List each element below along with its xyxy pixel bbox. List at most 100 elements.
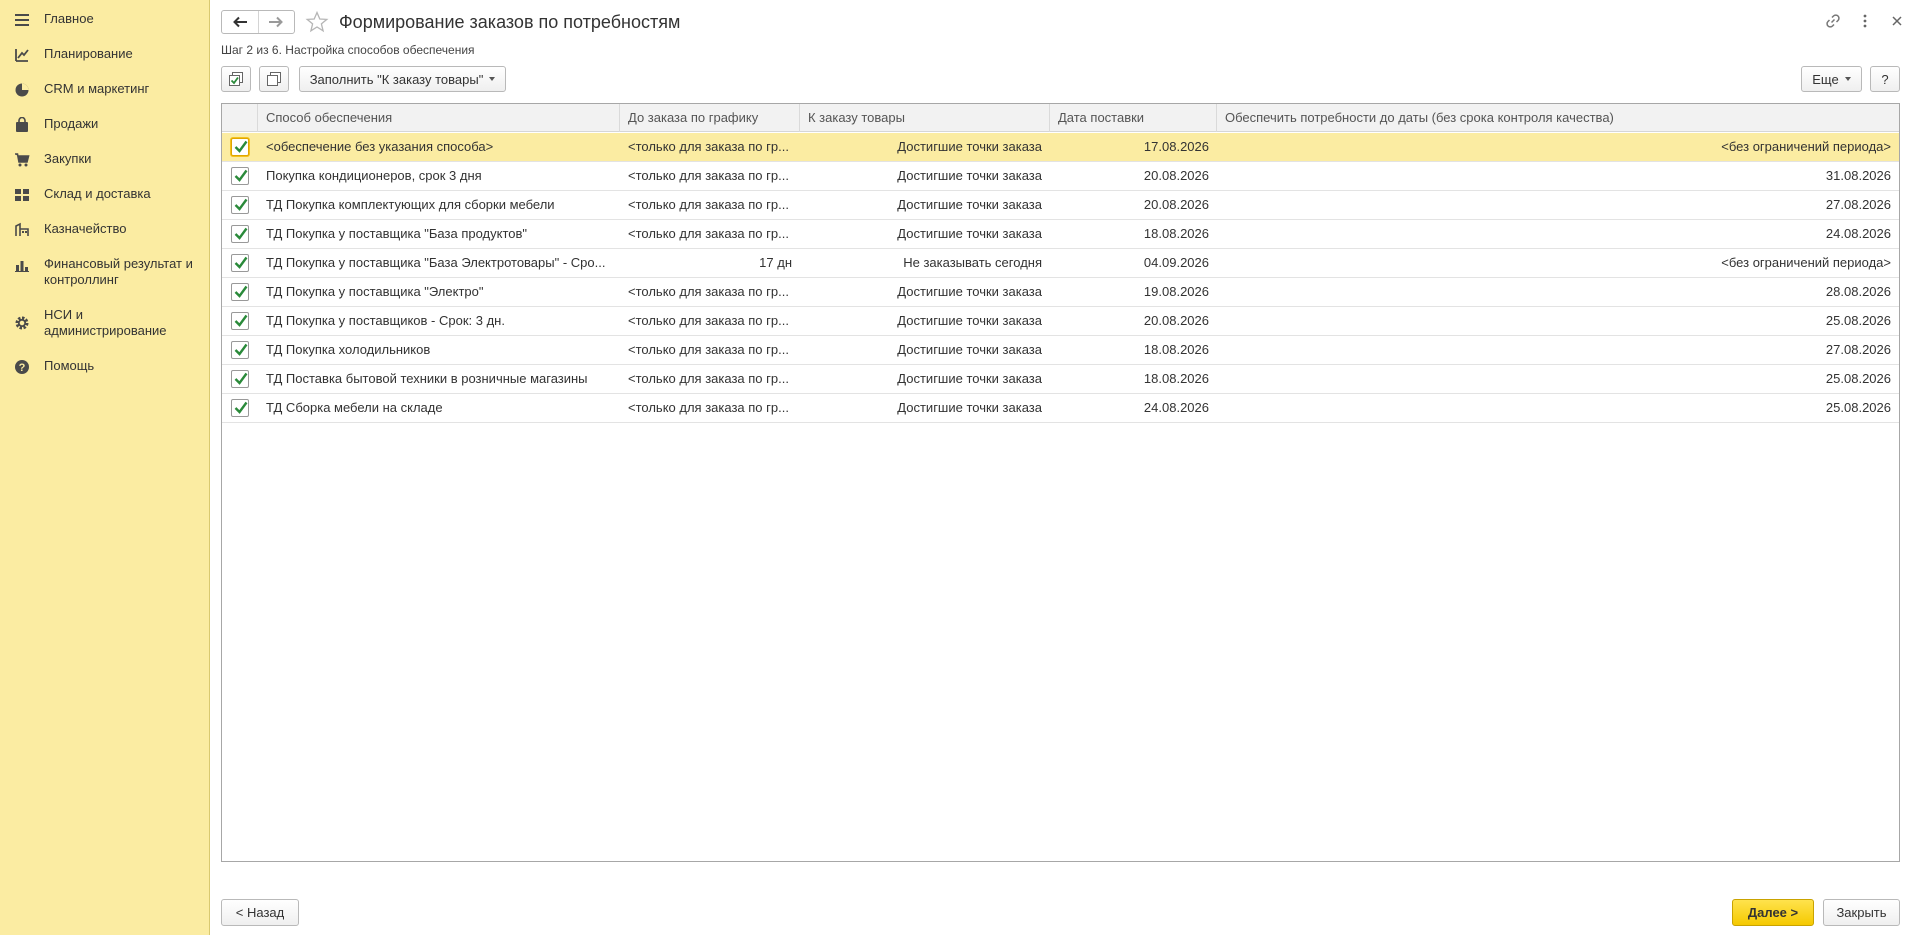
cell-delivery[interactable]: 20.08.2026	[1050, 307, 1217, 335]
column-header-check[interactable]	[222, 104, 258, 132]
cell-method[interactable]: ТД Покупка комплектующих для сборки мебе…	[258, 191, 620, 219]
table-row[interactable]: ТД Сборка мебели на складе <только для за…	[222, 394, 1899, 423]
cell-until[interactable]: <без ограничений периода>	[1217, 133, 1899, 161]
cell-until[interactable]: 25.08.2026	[1217, 307, 1899, 335]
sidebar-item-sales[interactable]: Продажи	[0, 116, 209, 133]
cell-until[interactable]: <без ограничений периода>	[1217, 249, 1899, 277]
fill-to-order-button[interactable]: Заполнить "К заказу товары"	[299, 66, 506, 92]
cell-method[interactable]: ТД Покупка холодильников	[258, 336, 620, 364]
row-checkbox[interactable]	[231, 196, 249, 214]
link-button[interactable]	[1822, 10, 1844, 32]
cell-order[interactable]: Достигшие точки заказа	[800, 278, 1050, 306]
row-checkbox[interactable]	[231, 283, 249, 301]
cell-order[interactable]: Достигшие точки заказа	[800, 162, 1050, 190]
row-checkbox[interactable]	[231, 138, 249, 156]
cell-schedule[interactable]: <только для заказа по гр...	[620, 394, 800, 422]
cell-delivery[interactable]: 20.08.2026	[1050, 162, 1217, 190]
cell-order[interactable]: Достигшие точки заказа	[800, 133, 1050, 161]
row-checkbox[interactable]	[231, 370, 249, 388]
table-row[interactable]: ТД Покупка у поставщика "База продуктов"…	[222, 220, 1899, 249]
check-all-button[interactable]	[221, 66, 251, 92]
cell-delivery[interactable]: 20.08.2026	[1050, 191, 1217, 219]
table-row[interactable]: ТД Покупка у поставщика "Электро" <только…	[222, 278, 1899, 307]
sidebar-item-purchases[interactable]: Закупки	[0, 151, 209, 168]
cell-until[interactable]: 25.08.2026	[1217, 394, 1899, 422]
cell-delivery[interactable]: 18.08.2026	[1050, 336, 1217, 364]
forward-arrow-button[interactable]	[257, 11, 294, 33]
sidebar-item-finance[interactable]: Финансовый результат и контроллинг	[0, 256, 209, 288]
cell-method[interactable]: ТД Сборка мебели на складе	[258, 394, 620, 422]
row-checkbox[interactable]	[231, 254, 249, 272]
close-button[interactable]: Закрыть	[1823, 899, 1900, 926]
cell-method[interactable]: <обеспечение без указания способа>	[258, 133, 620, 161]
cell-method[interactable]: ТД Покупка у поставщика "Электро"	[258, 278, 620, 306]
sidebar-item-crm[interactable]: CRM и маркетинг	[0, 81, 209, 98]
column-header-until-date[interactable]: Обеспечить потребности до даты (без срок…	[1217, 104, 1899, 132]
cell-method[interactable]: ТД Покупка у поставщика "База продуктов"	[258, 220, 620, 248]
column-header-method[interactable]: Способ обеспечения	[258, 104, 620, 132]
cell-schedule[interactable]: <только для заказа по гр...	[620, 162, 800, 190]
cell-order[interactable]: Достигшие точки заказа	[800, 394, 1050, 422]
table-row[interactable]: <обеспечение без указания способа> <тольк…	[222, 133, 1899, 162]
cell-order[interactable]: Достигшие точки заказа	[800, 220, 1050, 248]
table-row[interactable]: ТД Поставка бытовой техники в розничные …	[222, 365, 1899, 394]
cell-order[interactable]: Не заказывать сегодня	[800, 249, 1050, 277]
sidebar-item-main[interactable]: Главное	[0, 11, 209, 28]
uncheck-all-button[interactable]	[259, 66, 289, 92]
cell-until[interactable]: 27.08.2026	[1217, 191, 1899, 219]
cell-order[interactable]: Достигшие точки заказа	[800, 336, 1050, 364]
cell-delivery[interactable]: 24.08.2026	[1050, 394, 1217, 422]
cell-method[interactable]: ТД Покупка у поставщиков - Срок: 3 дн.	[258, 307, 620, 335]
cell-until[interactable]: 31.08.2026	[1217, 162, 1899, 190]
sidebar-item-treasury[interactable]: Казначейство	[0, 221, 209, 238]
cell-schedule[interactable]: <только для заказа по гр...	[620, 191, 800, 219]
cell-schedule[interactable]: <только для заказа по гр...	[620, 307, 800, 335]
table-row[interactable]: Покупка кондиционеров, срок 3 дня <только…	[222, 162, 1899, 191]
cell-method[interactable]: ТД Поставка бытовой техники в розничные …	[258, 365, 620, 393]
row-checkbox[interactable]	[231, 167, 249, 185]
row-checkbox[interactable]	[231, 312, 249, 330]
row-checkbox[interactable]	[231, 399, 249, 417]
cell-schedule[interactable]: <только для заказа по гр...	[620, 133, 800, 161]
cell-method[interactable]: ТД Покупка у поставщика "База Электротов…	[258, 249, 620, 277]
cell-order[interactable]: Достигшие точки заказа	[800, 191, 1050, 219]
cell-delivery[interactable]: 19.08.2026	[1050, 278, 1217, 306]
cell-order[interactable]: Достигшие точки заказа	[800, 365, 1050, 393]
cell-until[interactable]: 24.08.2026	[1217, 220, 1899, 248]
close-window-button[interactable]	[1886, 10, 1908, 32]
favorite-star-icon[interactable]	[305, 10, 329, 34]
column-header-to-order[interactable]: К заказу товары	[800, 104, 1050, 132]
cell-delivery[interactable]: 17.08.2026	[1050, 133, 1217, 161]
more-menu-button[interactable]	[1854, 10, 1876, 32]
cell-until[interactable]: 25.08.2026	[1217, 365, 1899, 393]
cell-order[interactable]: Достигшие точки заказа	[800, 307, 1050, 335]
help-button[interactable]: ?	[1870, 66, 1900, 92]
back-arrow-button[interactable]	[222, 11, 258, 33]
table-row[interactable]: ТД Покупка у поставщиков - Срок: 3 дн. <т…	[222, 307, 1899, 336]
back-button[interactable]: < Назад	[221, 899, 299, 926]
table-row[interactable]: ТД Покупка комплектующих для сборки мебе…	[222, 191, 1899, 220]
table-row[interactable]: ТД Покупка у поставщика "База Электротов…	[222, 249, 1899, 278]
row-checkbox[interactable]	[231, 225, 249, 243]
table-row[interactable]: ТД Покупка холодильников <только для зака…	[222, 336, 1899, 365]
cell-delivery[interactable]: 18.08.2026	[1050, 365, 1217, 393]
cell-until[interactable]: 27.08.2026	[1217, 336, 1899, 364]
cell-schedule[interactable]: <только для заказа по гр...	[620, 278, 800, 306]
cell-until[interactable]: 28.08.2026	[1217, 278, 1899, 306]
next-button[interactable]: Далее >	[1732, 899, 1814, 926]
sidebar-item-planning[interactable]: Планирование	[0, 46, 209, 63]
cell-method[interactable]: Покупка кондиционеров, срок 3 дня	[258, 162, 620, 190]
column-header-schedule[interactable]: До заказа по графику	[620, 104, 800, 132]
cell-delivery[interactable]: 04.09.2026	[1050, 249, 1217, 277]
cell-schedule[interactable]: <только для заказа по гр...	[620, 336, 800, 364]
cell-schedule[interactable]: 17 дн	[620, 249, 800, 277]
cell-delivery[interactable]: 18.08.2026	[1050, 220, 1217, 248]
cell-schedule[interactable]: <только для заказа по гр...	[620, 365, 800, 393]
column-header-delivery-date[interactable]: Дата поставки	[1050, 104, 1217, 132]
cell-schedule[interactable]: <только для заказа по гр...	[620, 220, 800, 248]
sidebar-item-warehouse[interactable]: Склад и доставка	[0, 186, 209, 203]
sidebar-item-admin[interactable]: НСИ и администрирование	[0, 307, 209, 339]
sidebar-item-help[interactable]: ? Помощь	[0, 358, 209, 375]
more-button[interactable]: Еще	[1801, 66, 1862, 92]
row-checkbox[interactable]	[231, 341, 249, 359]
